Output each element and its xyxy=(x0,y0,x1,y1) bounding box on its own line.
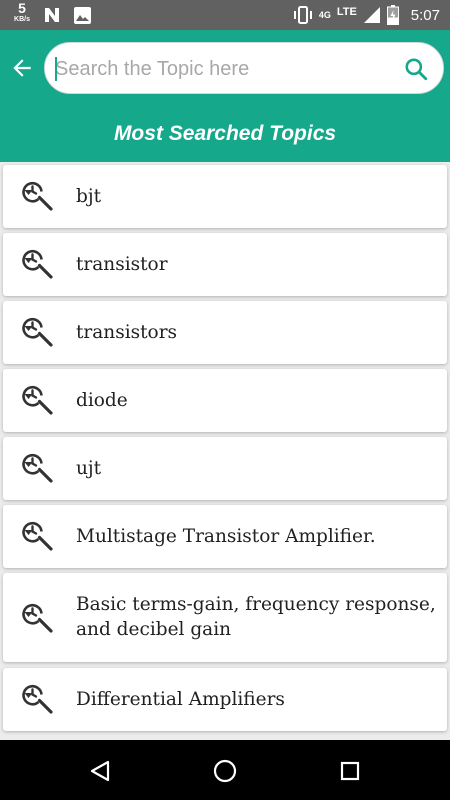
network-speed-unit: KB/s xyxy=(14,16,30,23)
topic-label: Multistage Transistor Amplifier. xyxy=(76,526,376,547)
topic-label: transistors xyxy=(76,322,178,343)
back-triangle-icon xyxy=(90,760,110,782)
topic-label: diode xyxy=(76,390,128,411)
vibrate-icon xyxy=(293,6,312,24)
topic-label: Differential Amplifiers xyxy=(76,689,285,710)
home-circle-icon xyxy=(213,759,237,783)
topic-label: bjt xyxy=(76,186,102,207)
arrow-left-icon xyxy=(13,59,31,77)
search-history-icon xyxy=(22,604,53,633)
section-title: Most Searched Topics xyxy=(113,122,337,145)
topic-item[interactable]: diode xyxy=(3,369,447,432)
search-history-icon xyxy=(22,522,53,551)
topic-item[interactable]: transistors xyxy=(3,301,447,364)
status-bar: 5 KB/s 4G LTE 5:07 xyxy=(0,0,450,30)
search-history-icon xyxy=(22,250,53,279)
network-speed-value: 5 xyxy=(18,0,26,16)
n-icon xyxy=(45,8,59,22)
battery-icon xyxy=(386,5,399,25)
topic-label: Basic terms-gain, frequency response, an… xyxy=(76,594,436,640)
search-box[interactable] xyxy=(44,42,444,94)
nav-recents-button[interactable] xyxy=(335,756,365,786)
topic-item[interactable]: bjt xyxy=(3,165,447,228)
topic-item[interactable]: transistor xyxy=(3,233,447,296)
clock: 5:07 xyxy=(410,6,440,24)
network-4g-label: 4G xyxy=(318,10,331,20)
search-header: Most Searched Topics xyxy=(0,30,450,162)
status-icons: 4G LTE 5:07 xyxy=(293,0,440,30)
topic-item[interactable]: Differential Amplifiers xyxy=(3,668,447,731)
search-history-icon xyxy=(22,318,53,347)
search-icon xyxy=(405,58,428,81)
topic-label: ujt xyxy=(76,458,102,479)
search-history-icon xyxy=(22,182,53,211)
nav-back-button[interactable] xyxy=(85,756,115,786)
topic-item[interactable]: ujt xyxy=(3,437,447,500)
search-history-icon xyxy=(22,454,53,483)
network-lte-label: LTE xyxy=(336,5,357,18)
nav-home-button[interactable] xyxy=(210,756,240,786)
back-button[interactable] xyxy=(6,52,38,84)
topic-label: transistor xyxy=(76,254,168,275)
network-speed: 5 KB/s xyxy=(11,1,33,23)
image-icon xyxy=(74,7,91,24)
search-button[interactable] xyxy=(401,54,431,84)
search-history-icon xyxy=(22,386,53,415)
search-input[interactable] xyxy=(55,51,385,87)
text-cursor xyxy=(55,57,57,81)
topic-item[interactable]: Basic terms-gain, frequency response, an… xyxy=(3,573,447,662)
system-nav-bar xyxy=(0,740,450,800)
recents-square-icon xyxy=(340,761,360,781)
signal-icon xyxy=(363,7,380,23)
topic-item[interactable]: Multistage Transistor Amplifier. xyxy=(3,505,447,568)
search-history-icon xyxy=(22,685,53,714)
